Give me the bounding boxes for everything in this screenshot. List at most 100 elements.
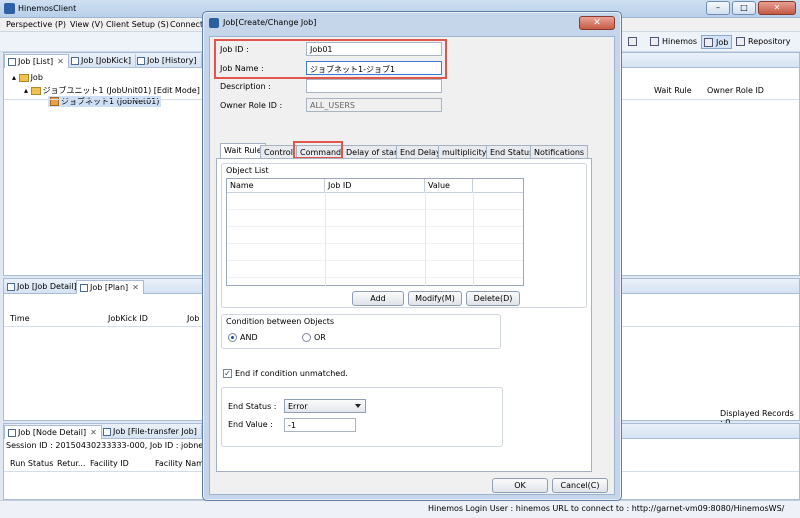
checkbox-checked-icon: ✓ bbox=[223, 369, 232, 378]
ok-button[interactable]: OK bbox=[492, 478, 548, 493]
close-tab-icon[interactable]: ✕ bbox=[90, 428, 97, 437]
tab-job-detail[interactable]: Job [Job Detail] bbox=[4, 280, 82, 294]
table-row bbox=[227, 209, 523, 210]
add-button[interactable]: Add bbox=[352, 291, 404, 306]
perspective-hinemos[interactable]: Hinemos bbox=[648, 35, 700, 49]
column-value[interactable]: Value bbox=[425, 179, 473, 192]
app-title: HinemosClient bbox=[18, 4, 77, 13]
hinemos-perspective-icon bbox=[650, 37, 659, 46]
dialog-icon bbox=[209, 18, 219, 28]
end-if-unmatched-checkbox[interactable]: ✓ End if condition unmatched. bbox=[223, 369, 348, 378]
perspective-repository[interactable]: Repository bbox=[734, 35, 794, 49]
tab-job-plan[interactable]: Job [Plan] ✕ bbox=[76, 280, 144, 294]
tab-notifications[interactable]: Notifications bbox=[530, 145, 589, 159]
owner-role-label: Owner Role ID : bbox=[220, 101, 283, 110]
perspective-job[interactable]: Job bbox=[701, 35, 733, 49]
object-list-label: Object List bbox=[226, 166, 269, 175]
login-status: Hinemos Login User : hinemos URL to conn… bbox=[428, 504, 785, 513]
wait-rule-panel: Object List Name Job ID Value Add Modify… bbox=[216, 158, 592, 472]
radio-or[interactable]: OR bbox=[302, 333, 326, 342]
job-plan-tab-icon bbox=[80, 284, 88, 292]
job-history-tab-icon bbox=[137, 57, 145, 65]
description-label: Description : bbox=[220, 82, 271, 91]
dialog-title: Job[Create/Change Job] bbox=[223, 18, 317, 27]
chevron-down-icon bbox=[355, 404, 361, 408]
status-bar: Hinemos Login User : hinemos URL to conn… bbox=[0, 500, 800, 518]
job-kick-tab-icon bbox=[71, 57, 79, 65]
dialog-close-button[interactable]: ✕ bbox=[579, 16, 615, 30]
minimize-button[interactable]: – bbox=[706, 1, 730, 15]
object-list-table[interactable]: Name Job ID Value bbox=[226, 178, 524, 286]
column-wait-rule[interactable]: Wait Rule bbox=[654, 86, 692, 95]
end-status-select[interactable]: Error bbox=[284, 399, 366, 413]
menu-client-setup[interactable]: Client Setup (S) bbox=[106, 20, 169, 29]
dialog-titlebar: Job[Create/Change Job] ✕ bbox=[203, 12, 621, 34]
tab-job-list[interactable]: Job [List] ✕ bbox=[4, 54, 69, 68]
column-facility-name[interactable]: Facility Name bbox=[155, 459, 209, 468]
column-job[interactable]: Job bbox=[187, 314, 199, 323]
open-perspective-icon bbox=[628, 37, 637, 46]
tab-multiplicity[interactable]: multiplicity bbox=[438, 145, 491, 159]
maximize-button[interactable]: □ bbox=[732, 1, 756, 15]
open-perspective-button[interactable] bbox=[626, 35, 641, 49]
tab-wait-rule[interactable]: Wait Rule bbox=[220, 143, 266, 159]
tab-node-detail[interactable]: Job [Node Detail] ✕ bbox=[4, 425, 102, 439]
menu-view[interactable]: View (V) bbox=[70, 20, 103, 29]
end-value-label: End Value : bbox=[228, 420, 273, 429]
jobunit-icon bbox=[30, 86, 41, 95]
modify-button[interactable]: Modify(M) bbox=[408, 291, 462, 306]
column-divider bbox=[425, 192, 426, 286]
tree-item-jobnet[interactable]: ジョブネット1 (JobNet01) bbox=[48, 96, 162, 107]
file-transfer-tab-icon bbox=[103, 428, 111, 436]
tab-control[interactable]: Control bbox=[260, 145, 297, 159]
column-run-status[interactable]: Run Status bbox=[10, 459, 53, 468]
table-header-line bbox=[227, 192, 523, 193]
hinemos-logo-icon bbox=[4, 3, 15, 14]
tab-job-kick[interactable]: Job [JobKick] bbox=[68, 54, 136, 68]
folder-icon bbox=[18, 73, 29, 82]
cancel-button[interactable]: Cancel(C) bbox=[552, 478, 608, 493]
job-dialog: Job[Create/Change Job] ✕ Job ID : Job01 … bbox=[202, 11, 622, 501]
dialog-body: Job ID : Job01 Job Name : ジョブネット1-ジョブ1 D… bbox=[209, 36, 615, 495]
table-row bbox=[227, 260, 523, 261]
condition-label: Condition between Objects bbox=[226, 317, 335, 326]
column-time[interactable]: Time bbox=[10, 314, 30, 323]
end-value-field[interactable]: -1 bbox=[284, 418, 356, 432]
radio-and[interactable]: AND bbox=[228, 333, 258, 342]
window-controls: – □ ✕ bbox=[706, 1, 796, 15]
node-detail-tab-icon bbox=[8, 429, 16, 437]
close-tab-icon[interactable]: ✕ bbox=[57, 57, 64, 66]
session-info: Session ID : 20150430233333-000, Job ID … bbox=[6, 441, 222, 450]
job-perspective-icon bbox=[704, 38, 713, 47]
table-row bbox=[227, 277, 523, 278]
close-tab-icon[interactable]: ✕ bbox=[132, 283, 139, 292]
column-job-id[interactable]: Job ID bbox=[325, 179, 425, 192]
menu-perspective[interactable]: Perspective (P) bbox=[6, 20, 66, 29]
repository-perspective-icon bbox=[736, 37, 745, 46]
highlight-command-tab bbox=[293, 141, 343, 159]
job-list-tab-icon bbox=[8, 58, 16, 66]
owner-role-field[interactable]: ALL_USERS bbox=[306, 98, 442, 112]
highlight-job-fields bbox=[214, 39, 447, 79]
tab-file-transfer[interactable]: Job [File-transfer Job] bbox=[100, 425, 202, 439]
column-divider bbox=[325, 192, 326, 286]
menu-connection[interactable]: Connecti bbox=[170, 20, 205, 29]
tab-job-history[interactable]: Job [History] bbox=[134, 54, 202, 68]
delete-button[interactable]: Delete(D) bbox=[466, 291, 520, 306]
end-status-group: End Status : Error End Value : -1 bbox=[221, 387, 503, 447]
radio-or-icon bbox=[302, 333, 311, 342]
tree-item-job[interactable]: ▴ Job bbox=[12, 73, 43, 82]
job-detail-tab-icon bbox=[7, 283, 15, 291]
column-owner-role[interactable]: Owner Role ID bbox=[707, 86, 764, 95]
column-name[interactable]: Name bbox=[227, 179, 325, 192]
description-field[interactable] bbox=[306, 79, 442, 93]
column-jobkick-id[interactable]: JobKick ID bbox=[108, 314, 148, 323]
close-window-button[interactable]: ✕ bbox=[758, 1, 796, 15]
tree-item-jobunit[interactable]: ▴ ジョブユニット1 (JobUnit01) [Edit Mode] bbox=[24, 85, 200, 96]
column-facility-id[interactable]: Facility ID bbox=[90, 459, 129, 468]
end-status-label: End Status : bbox=[228, 402, 277, 411]
object-list-group: Object List Name Job ID Value Add Modify… bbox=[221, 163, 587, 308]
table-row bbox=[227, 243, 523, 244]
radio-and-icon bbox=[228, 333, 237, 342]
column-return[interactable]: Retur... bbox=[57, 459, 86, 468]
